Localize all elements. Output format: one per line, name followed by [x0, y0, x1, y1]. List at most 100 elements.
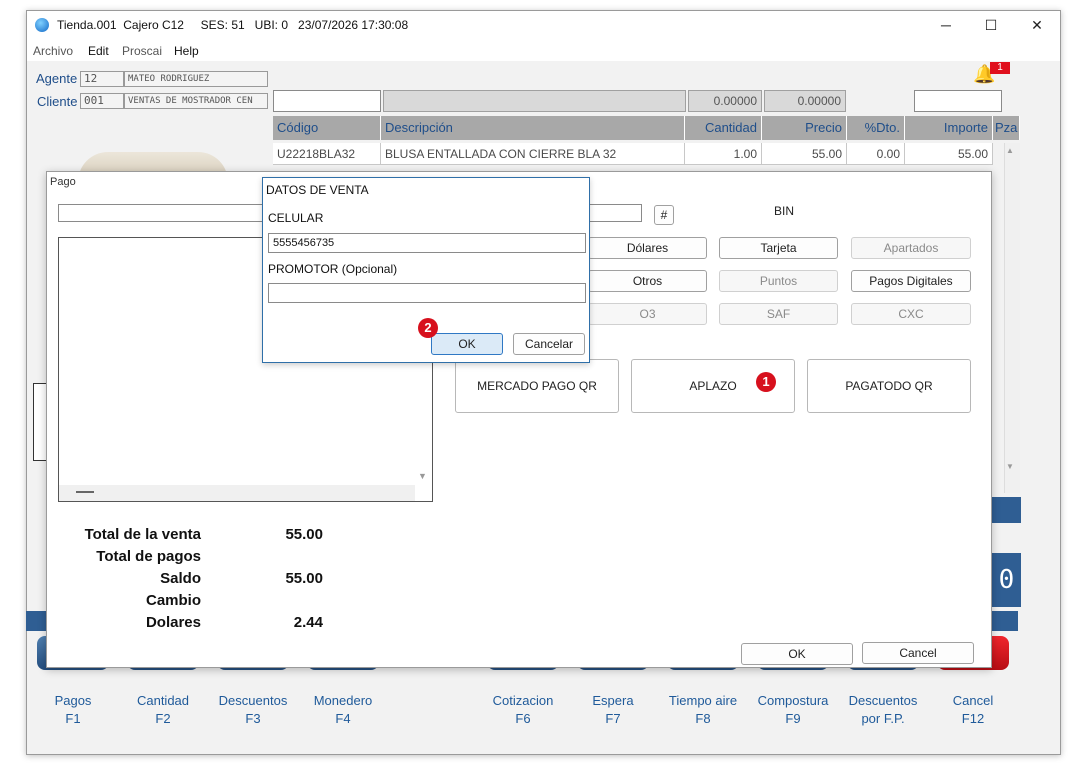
pagos-digitales-button[interactable]: Pagos Digitales: [851, 270, 971, 292]
bin-label: BIN: [774, 204, 795, 218]
col-header-dto: %Dto.: [847, 116, 905, 140]
list-scroll-down-icon[interactable]: ▼: [418, 471, 427, 481]
cell-codigo[interactable]: U22218BLA32: [273, 143, 381, 165]
menu-help[interactable]: Help: [174, 44, 199, 58]
saf-button[interactable]: SAF: [719, 303, 838, 325]
fkey-descuentos-label: Descuentos: [218, 693, 288, 708]
col-header-codigo: Código: [273, 116, 381, 140]
fkey-cantidad[interactable]: Cantidad F2: [123, 692, 203, 728]
fkey-pagos-key: F1: [65, 711, 81, 726]
promotor-label: PROMOTOR (Opcional): [268, 262, 398, 276]
fkey-monedero[interactable]: Monedero F4: [303, 692, 383, 728]
apartados-button[interactable]: Apartados: [851, 237, 971, 259]
side-bar-bottom: [992, 611, 1018, 631]
step-badge-2: 2: [418, 318, 438, 338]
price-total: 0.00000: [764, 90, 846, 112]
extra-input[interactable]: [914, 90, 1002, 112]
table-scrollbar[interactable]: [1004, 143, 1020, 493]
fkey-tiempo-aire-key: F8: [695, 711, 711, 726]
cell-dto[interactable]: 0.00: [847, 143, 905, 165]
col-header-importe: Importe: [905, 116, 993, 140]
fkey-tiempo-aire[interactable]: Tiempo aire F8: [663, 692, 743, 728]
fkey-descuentos-fp-label: Descuentos: [848, 693, 918, 708]
code-input[interactable]: [273, 90, 381, 112]
fkey-espera[interactable]: Espera F7: [573, 692, 653, 728]
bg-panel-fragment: [33, 383, 47, 461]
col-header-precio: Precio: [762, 116, 847, 140]
app-globe-icon: [35, 18, 49, 32]
cell-precio[interactable]: 55.00: [762, 143, 847, 165]
fkey-tiempo-aire-label: Tiempo aire: [668, 693, 738, 708]
cell-importe[interactable]: 55.00: [905, 143, 993, 165]
pago-search-input[interactable]: [58, 204, 268, 222]
scroll-down-icon[interactable]: ▼: [1006, 462, 1014, 471]
pago-ok-button[interactable]: OK: [741, 643, 853, 665]
pago-amount-input[interactable]: [588, 204, 642, 222]
fkey-cantidad-label: Cantidad: [136, 693, 190, 708]
fkey-cotizacion[interactable]: Cotizacion F6: [483, 692, 563, 728]
hscroll-thumb[interactable]: [76, 491, 94, 493]
fkey-monedero-label: Monedero: [313, 693, 373, 708]
menu-edit[interactable]: Edit: [88, 44, 109, 58]
fkey-cantidad-key: F2: [155, 711, 171, 726]
fkey-pagos-label: Pagos: [54, 693, 92, 708]
pago-cancel-button[interactable]: Cancel: [862, 642, 974, 664]
payments-hscrollbar[interactable]: [59, 485, 415, 501]
fkey-descuentos-fp-key: por F.P.: [861, 711, 905, 726]
fkey-espera-label: Espera: [592, 693, 634, 708]
fkey-descuentos-fp[interactable]: Descuentos por F.P.: [843, 692, 923, 728]
qty-total: 0.00000: [688, 90, 762, 112]
dolares-label: Dolares: [145, 614, 201, 631]
fkey-cancel-label: Cancel: [952, 693, 994, 708]
mercado-pago-qr-button[interactable]: MERCADO PAGO QR: [455, 359, 619, 413]
col-header-cantidad: Cantidad: [685, 116, 762, 140]
left-bar: [26, 611, 48, 631]
fkey-descuentos[interactable]: Descuentos F3: [213, 692, 293, 728]
total-pagos-label: Total de pagos: [96, 548, 201, 565]
datos-cancelar-button[interactable]: Cancelar: [513, 333, 585, 355]
total-venta-value: 55.00: [285, 526, 323, 543]
maximize-icon[interactable]: ☐: [980, 14, 1002, 36]
fkey-monedero-key: F4: [335, 711, 351, 726]
cell-descripcion[interactable]: BLUSA ENTALLADA CON CIERRE BLA 32: [381, 143, 685, 165]
cliente-name: VENTAS DE MOSTRADOR CEN: [124, 93, 268, 109]
fkey-compostura-label: Compostura: [757, 693, 829, 708]
fkey-espera-key: F7: [605, 711, 621, 726]
fkey-cotizacion-key: F6: [515, 711, 531, 726]
description-display: [383, 90, 686, 112]
menu-archivo[interactable]: Archivo: [33, 44, 73, 58]
close-icon[interactable]: ✕: [1026, 14, 1048, 36]
celular-input[interactable]: 5555456735: [268, 233, 586, 253]
scroll-up-icon[interactable]: ▲: [1006, 146, 1014, 155]
col-header-descripcion: Descripción: [381, 116, 685, 140]
fkey-pagos[interactable]: Pagos F1: [33, 692, 113, 728]
step-badge-1: 1: [756, 372, 776, 392]
minimize-icon[interactable]: ─: [935, 14, 957, 36]
fkey-descuentos-key: F3: [245, 711, 261, 726]
menu-proscai[interactable]: Proscai: [122, 44, 162, 58]
saldo-value: 55.00: [285, 570, 323, 587]
window-title: Tienda.001 Cajero C12 SES: 51 UBI: 0 23/…: [57, 18, 409, 32]
agente-code[interactable]: 12: [80, 71, 124, 87]
datos-ok-button[interactable]: OK: [431, 333, 503, 355]
pagatodo-qr-button[interactable]: PAGATODO QR: [807, 359, 971, 413]
puntos-button[interactable]: Puntos: [719, 270, 838, 292]
dolares-button[interactable]: Dólares: [588, 237, 707, 259]
celular-label: CELULAR: [268, 211, 324, 225]
cliente-code[interactable]: 001: [80, 93, 124, 109]
otros-button[interactable]: Otros: [588, 270, 707, 292]
cell-cantidad[interactable]: 1.00: [685, 143, 762, 165]
total-venta-label: Total de la venta: [84, 526, 201, 543]
cliente-label: Cliente: [37, 94, 78, 109]
cxc-button[interactable]: CXC: [851, 303, 971, 325]
promotor-input[interactable]: [268, 283, 586, 303]
fkey-cotizacion-label: Cotizacion: [492, 693, 554, 708]
datos-venta-title: DATOS DE VENTA: [266, 183, 369, 197]
fkey-cancel[interactable]: Cancel F12: [933, 692, 1013, 728]
tarjeta-button[interactable]: Tarjeta: [719, 237, 838, 259]
agente-name: MATEO RODRIGUEZ: [124, 71, 268, 87]
fkey-compostura[interactable]: Compostura F9: [753, 692, 833, 728]
hash-button[interactable]: #: [654, 205, 674, 225]
o3-button[interactable]: O3: [588, 303, 707, 325]
notification-count: 1: [990, 62, 1010, 74]
